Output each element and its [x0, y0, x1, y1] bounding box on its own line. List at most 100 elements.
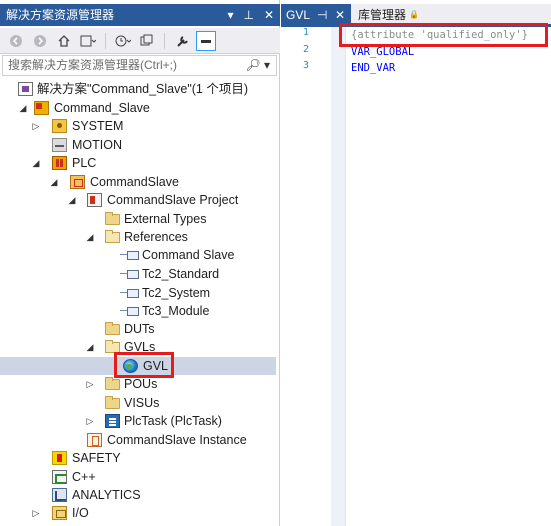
dropdown-arrow-icon[interactable]: ▾: [227, 4, 233, 26]
solution-explorer-title-bar: 解决方案资源管理器 ▾ ⊥ ✕: [0, 4, 280, 26]
tree-item-safety[interactable]: SAFETY: [0, 449, 276, 467]
switch-views-icon[interactable]: [78, 31, 98, 51]
tree-item-motion[interactable]: MOTION: [0, 136, 276, 154]
code-editor: GVL ⊣ ✕ 库管理器 🔒 1 2 3 {attribute 'qualifi…: [281, 0, 551, 526]
tree-item-command-slave[interactable]: ◢ Command_Slave: [0, 99, 276, 117]
analytics-icon: [52, 488, 67, 502]
line-number: 1: [302, 27, 309, 38]
tree-item-duts[interactable]: DUTs: [0, 320, 276, 338]
line-number: 2: [302, 44, 309, 55]
tree-item-reference-tc2-standard[interactable]: Tc2_Standard: [0, 265, 276, 283]
tree-item-analytics[interactable]: ANALYTICS: [0, 486, 276, 504]
folder-icon: [105, 212, 120, 225]
tree-item-references[interactable]: ◢ References: [0, 228, 276, 246]
safety-icon: [52, 451, 67, 465]
solution-icon: [18, 82, 33, 96]
collapse-arrow-icon[interactable]: ▷: [30, 117, 42, 135]
task-icon: [105, 414, 120, 428]
pin-tab-icon[interactable]: ⊣: [317, 4, 327, 26]
search-placeholder: 搜索解决方案资源管理器(Ctrl+;): [8, 58, 177, 72]
tree-item-label: SAFETY: [72, 451, 121, 465]
pending-changes-filter-icon[interactable]: [113, 31, 133, 51]
tree-item-reference-tc3-module[interactable]: Tc3_Module: [0, 302, 276, 320]
expand-arrow-icon[interactable]: ◢: [17, 99, 29, 117]
solution-explorer-title: 解决方案资源管理器: [6, 8, 115, 22]
motion-icon: [52, 138, 67, 152]
tree-item-label: Command_Slave: [54, 101, 150, 115]
tree-item-reference-command-slave[interactable]: Command Slave: [0, 246, 276, 264]
reference-icon: [120, 267, 140, 281]
home-icon[interactable]: [54, 31, 74, 51]
outlining-margin: [331, 27, 346, 526]
io-icon: [52, 506, 67, 520]
tree-item-plc[interactable]: ◢ PLC: [0, 154, 276, 172]
collapse-all-icon[interactable]: [137, 31, 157, 51]
plc-project-file-icon: [87, 193, 102, 207]
code-line-3[interactable]: END_VAR: [351, 62, 395, 74]
tree-item-label: CommandSlave Instance: [107, 433, 247, 447]
tree-item-label: SYSTEM: [72, 119, 124, 133]
expand-arrow-icon[interactable]: ◢: [48, 173, 60, 191]
tree-item-label: C++: [72, 470, 96, 484]
tree-item-label: CommandSlave: [90, 175, 179, 189]
pin-icon[interactable]: ⊥: [243, 4, 253, 26]
toolbar-separator: [105, 32, 106, 49]
solution-explorer-search-input[interactable]: 搜索解决方案资源管理器(Ctrl+;) 🔎︎ ▾: [2, 55, 277, 76]
collapse-arrow-icon[interactable]: ▷: [84, 412, 96, 430]
properties-wrench-icon[interactable]: [172, 31, 192, 51]
folder-icon: [105, 377, 120, 390]
highlight-box-attribute: [339, 23, 548, 47]
tree-item-label: PLC: [72, 156, 97, 170]
line-number: 3: [302, 60, 309, 71]
tree-item-label: CommandSlave Project: [107, 193, 239, 207]
tree-item-reference-tc2-system[interactable]: Tc2_System: [0, 284, 276, 302]
tree-item-label: POUs: [124, 377, 158, 391]
search-icon[interactable]: 🔎︎ ▾: [245, 56, 270, 75]
line-number-gutter: 1 2 3: [281, 27, 331, 526]
sync-with-active-document-icon[interactable]: [196, 30, 216, 51]
tree-item-commandslave[interactable]: ◢ CommandSlave: [0, 173, 276, 191]
toolbar-separator: [164, 32, 165, 49]
solution-explorer-panel: 解决方案资源管理器 ▾ ⊥ ✕ 搜索解决方案资源管理器(Ctrl+;) 🔎︎ ▾…: [0, 0, 280, 526]
reference-icon: [120, 286, 140, 300]
tree-item-plctask[interactable]: ▷ PlcTask (PlcTask): [0, 412, 276, 430]
forward-icon[interactable]: [30, 31, 50, 51]
cpp-icon: [52, 470, 67, 484]
expand-arrow-icon[interactable]: ◢: [30, 154, 42, 172]
tree-item-label: Command Slave: [142, 248, 235, 262]
tree-item-commandslave-project[interactable]: ◢ CommandSlave Project: [0, 191, 276, 209]
tree-item-label: External Types: [124, 212, 207, 226]
expand-arrow-icon[interactable]: ◢: [66, 191, 78, 209]
tree-item-label: MOTION: [72, 138, 122, 152]
tree-item-system[interactable]: ▷ SYSTEM: [0, 117, 276, 135]
folder-open-icon: [105, 230, 120, 243]
collapse-arrow-icon[interactable]: ▷: [84, 375, 96, 393]
reference-icon: [120, 248, 140, 262]
tree-item-solution[interactable]: 解决方案"Command_Slave"(1 个项目): [0, 80, 276, 98]
back-icon[interactable]: [6, 31, 26, 51]
solution-explorer-toolbar: [0, 28, 280, 54]
tree-item-label: I/O: [72, 506, 89, 520]
plc-icon: [52, 156, 67, 170]
tree-item-label: ANALYTICS: [72, 488, 141, 502]
tree-item-commandslave-instance[interactable]: CommandSlave Instance: [0, 431, 276, 449]
expand-arrow-icon[interactable]: ◢: [84, 228, 96, 246]
tree-item-io[interactable]: ▷ I/O: [0, 504, 276, 522]
tree-item-cpp[interactable]: C++: [0, 468, 276, 486]
tree-item-external-types[interactable]: External Types: [0, 210, 276, 228]
twincat-project-icon: [34, 101, 49, 115]
close-icon[interactable]: ✕: [264, 4, 274, 26]
expand-arrow-icon[interactable]: ◢: [84, 338, 96, 356]
tree-item-label: PlcTask (PlcTask): [124, 414, 222, 428]
tree-item-label: VISUs: [124, 396, 160, 410]
tab-label: 库管理器: [358, 8, 407, 22]
plc-project-icon: [70, 175, 85, 189]
tree-item-label: Tc2_System: [142, 286, 211, 300]
system-icon: [52, 119, 67, 133]
code-line-2[interactable]: VAR_GLOBAL: [351, 46, 414, 58]
tree-item-pous[interactable]: ▷ POUs: [0, 375, 276, 393]
collapse-arrow-icon[interactable]: ▷: [30, 504, 42, 522]
tree-item-visus[interactable]: VISUs: [0, 394, 276, 412]
folder-icon: [105, 396, 120, 409]
tab-label: GVL: [286, 8, 311, 22]
